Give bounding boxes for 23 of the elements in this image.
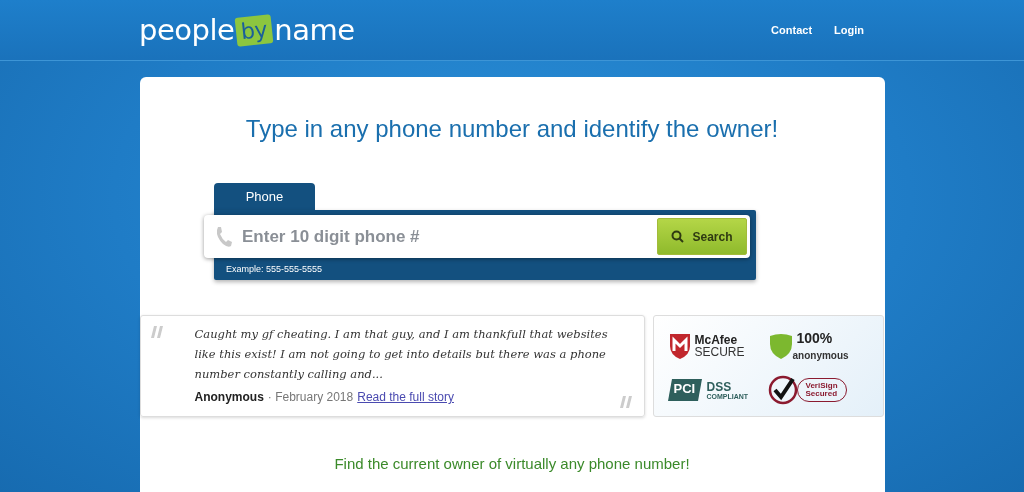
read-story-link[interactable]: Read the full story [357, 390, 454, 404]
phone-icon [214, 225, 232, 248]
search-button[interactable]: Search [657, 218, 747, 255]
search-icon [671, 230, 685, 243]
logo[interactable]: people by name [139, 13, 355, 47]
testimonial-quote: Caught my gf cheating. I am that guy, and I am thankfull that websites like this exist! I am not going to get into details but there was a phone number constantly calling and... [194, 326, 609, 383]
quote-icon [150, 326, 165, 338]
author-name: Anonymous [194, 390, 264, 404]
verisign-badge: VeriSign Secured [767, 368, 868, 412]
headline: Type in any phone number and identify the owner! [245, 115, 779, 143]
example-text: Example: 555-555-5555 [226, 264, 323, 274]
logo-text: name [274, 13, 355, 47]
nav-link[interactable]: Contact [771, 24, 813, 36]
logo-badge: by [234, 13, 274, 47]
quote-icon [619, 396, 634, 408]
testimonial-date: · February 2018 [267, 390, 354, 404]
nav-link[interactable]: Login [834, 24, 864, 36]
search-tab[interactable]: Phone [214, 183, 315, 210]
mcafee-badge: McAfee SECURE [667, 324, 766, 368]
anonymous-badge: 100% anonymous [767, 324, 868, 368]
tagline: Find the current owner of virtually any phone number! [334, 455, 690, 472]
phone-input-field[interactable]: Enter 10 digit phone # Search [204, 215, 750, 258]
logo-text: people [139, 13, 235, 47]
